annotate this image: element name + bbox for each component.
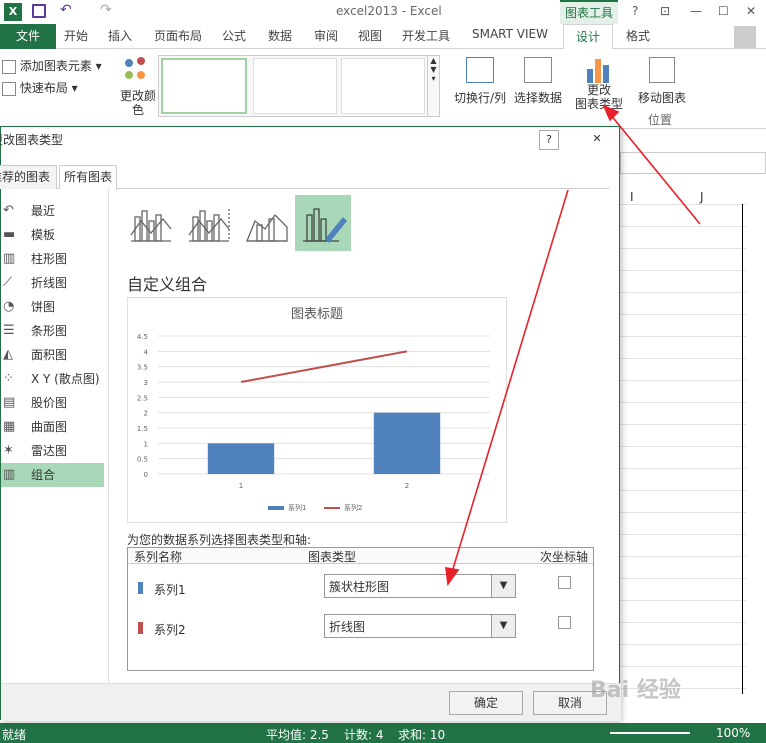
annotation-arrows — [445, 104, 701, 587]
watermark: Bai 经验 — [590, 678, 681, 703]
